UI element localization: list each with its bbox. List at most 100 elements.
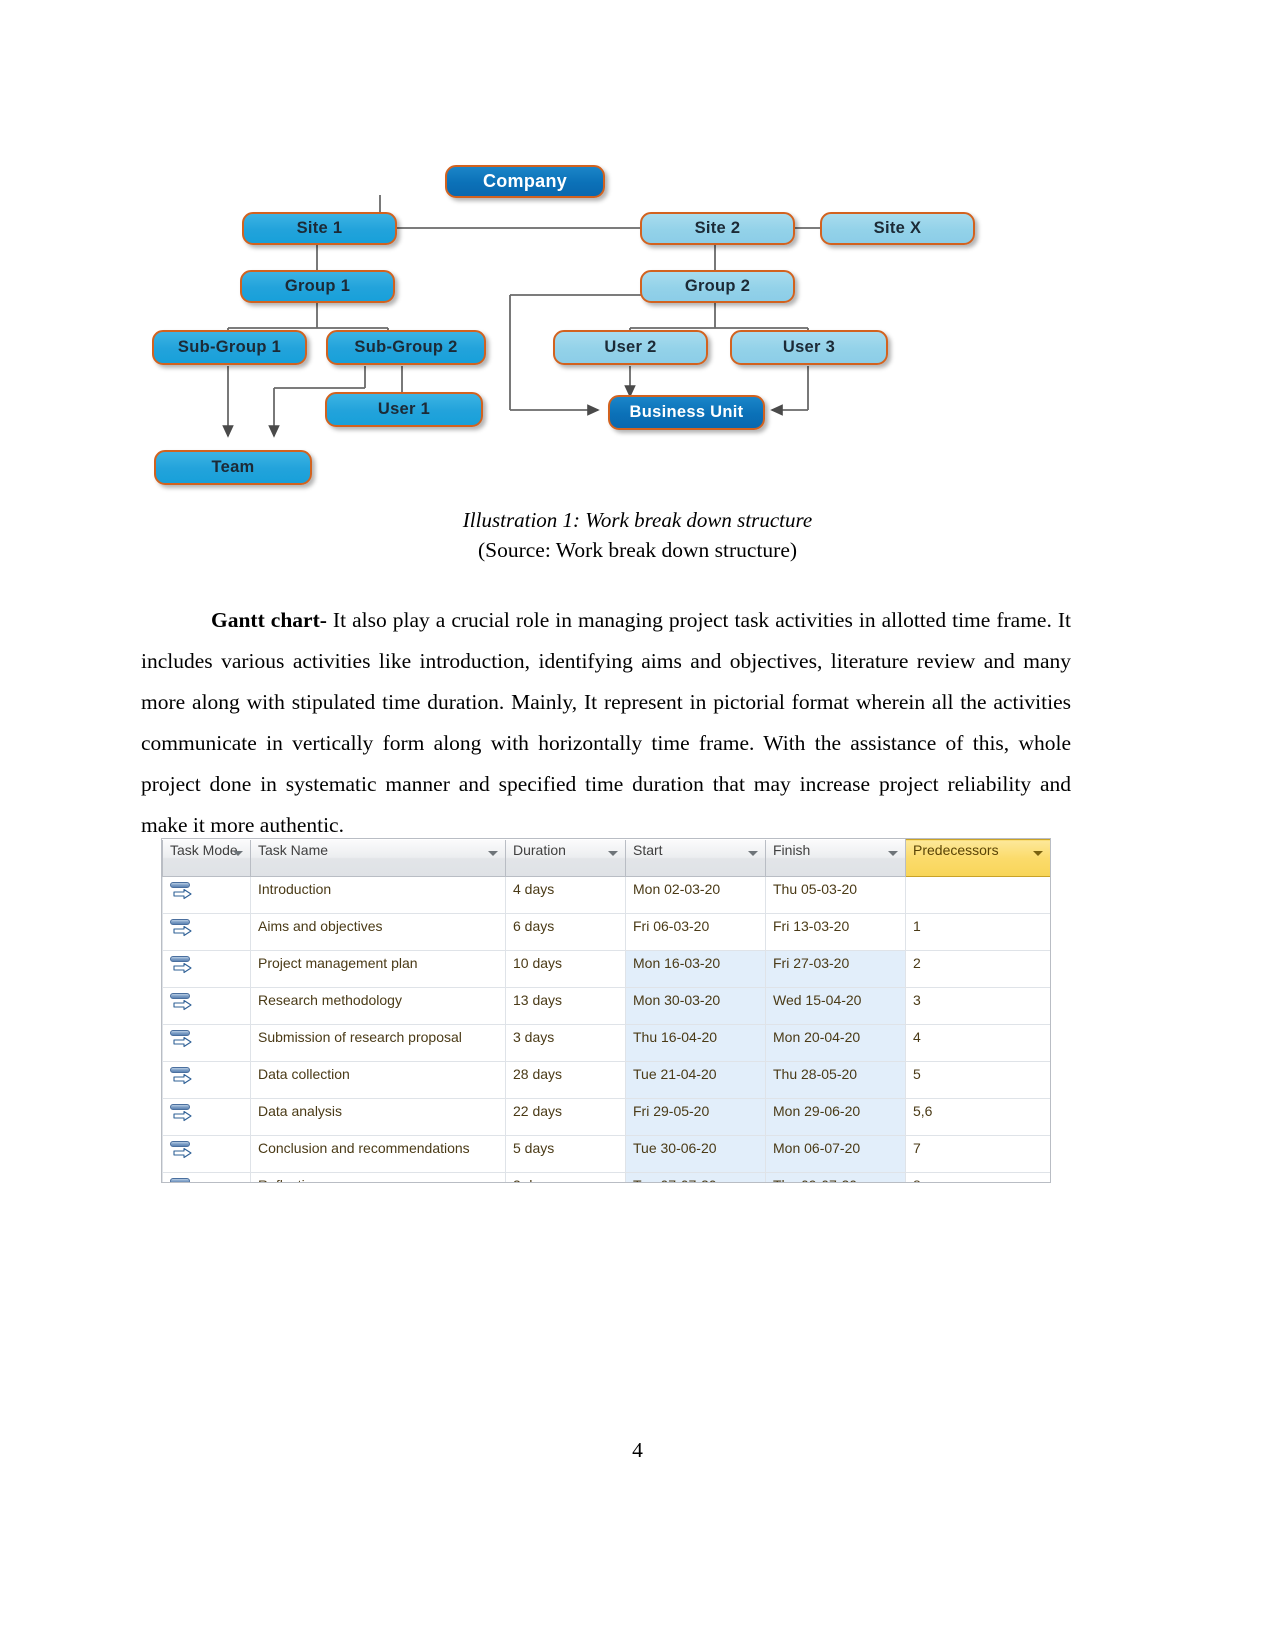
cell-task-mode[interactable]: [162, 987, 251, 1025]
gantt-task-table[interactable]: Task Mode Task Name Duration Start Finis…: [161, 838, 1051, 1183]
cell-task-name[interactable]: Research methodology: [250, 987, 506, 1025]
column-header-finish[interactable]: Finish: [765, 839, 906, 877]
cell-finish[interactable]: Fri 13-03-20: [765, 913, 906, 951]
cell-start[interactable]: Fri 29-05-20: [625, 1098, 766, 1136]
cell-start[interactable]: Mon 30-03-20: [625, 987, 766, 1025]
column-header-task-name[interactable]: Task Name: [250, 839, 506, 877]
cell-duration[interactable]: 4 days: [505, 876, 626, 914]
node-label: Company: [482, 171, 568, 191]
table-row[interactable]: Data analysis 22 days Fri 29-05-20 Mon 29-0…: [162, 1098, 1050, 1136]
table-row[interactable]: Aims and objectives 6 days Fri 06-03-20 Fri…: [162, 913, 1050, 951]
cell-task-name[interactable]: Submission of research proposal: [250, 1024, 506, 1062]
cell-predecessors[interactable]: 5,6: [905, 1098, 1050, 1136]
cell-task-mode[interactable]: [162, 1172, 251, 1182]
table-row[interactable]: Reflection3 daysTue 07-07-20Thu 09-07-20…: [162, 1172, 1050, 1182]
cell-task-name[interactable]: Reflection: [250, 1172, 506, 1182]
cell-finish[interactable]: Mon 29-06-20: [765, 1098, 906, 1136]
cell-predecessors[interactable]: 1: [905, 913, 1050, 951]
cell-finish[interactable]: Thu 09-07-20: [765, 1172, 906, 1182]
filter-dropdown-icon[interactable]: [748, 850, 758, 856]
cell-finish[interactable]: Wed 15-04-20: [765, 987, 906, 1025]
cell-duration[interactable]: 10 days: [505, 950, 626, 988]
cell-finish[interactable]: Mon 06-07-20: [765, 1135, 906, 1173]
cell-predecessors[interactable]: 8: [905, 1172, 1050, 1182]
table-row[interactable]: Conclusion and recommendations 5 days Tue …: [162, 1135, 1050, 1173]
table-row[interactable]: Submission of research proposal 3 days Thu…: [162, 1024, 1050, 1062]
column-header-label: Start: [633, 841, 663, 858]
node-label: Group 2: [684, 277, 751, 295]
cell-task-name[interactable]: Project management plan: [250, 950, 506, 988]
auto-schedule-icon[interactable]: [170, 955, 196, 975]
auto-schedule-icon[interactable]: [170, 1140, 196, 1160]
cell-task-mode[interactable]: [162, 1024, 251, 1062]
cell-start[interactable]: Thu 16-04-20: [625, 1024, 766, 1062]
cell-finish[interactable]: Thu 05-03-20: [765, 876, 906, 914]
column-header-duration[interactable]: Duration: [505, 839, 626, 877]
table-row[interactable]: Research methodology 13 days Mon 30-03-20 W…: [162, 987, 1050, 1025]
cell-duration[interactable]: 3 days: [505, 1024, 626, 1062]
cell-finish[interactable]: Thu 28-05-20: [765, 1061, 906, 1099]
cell-duration[interactable]: 22 days: [505, 1098, 626, 1136]
cell-duration[interactable]: 3 days: [505, 1172, 626, 1182]
cell-predecessors[interactable]: 3: [905, 987, 1050, 1025]
auto-schedule-icon[interactable]: [170, 881, 196, 901]
cell-predecessors[interactable]: 5: [905, 1061, 1050, 1099]
column-header-label: Duration: [513, 841, 566, 858]
cell-task-name[interactable]: Data analysis: [250, 1098, 506, 1136]
cell-start[interactable]: Tue 30-06-20: [625, 1135, 766, 1173]
cell-task-mode[interactable]: [162, 876, 251, 914]
diagram-node-user-3: User 3: [730, 330, 888, 365]
cell-start[interactable]: Mon 16-03-20: [625, 950, 766, 988]
cell-duration[interactable]: 13 days: [505, 987, 626, 1025]
auto-schedule-icon[interactable]: [170, 1177, 196, 1182]
filter-dropdown-icon[interactable]: [608, 850, 618, 856]
cell-task-name[interactable]: Introduction: [250, 876, 506, 914]
auto-schedule-icon[interactable]: [170, 1103, 196, 1123]
cell-task-mode[interactable]: [162, 1135, 251, 1173]
column-header-start[interactable]: Start: [625, 839, 766, 877]
auto-schedule-icon[interactable]: [170, 1029, 196, 1049]
cell-task-mode[interactable]: [162, 950, 251, 988]
column-header-label: Predecessors: [913, 842, 999, 858]
table-row[interactable]: Project management plan 10 days Mon 16-03-…: [162, 950, 1050, 988]
cell-task-name[interactable]: Data collection: [250, 1061, 506, 1099]
cell-predecessors[interactable]: [905, 876, 1050, 914]
auto-schedule-icon[interactable]: [170, 918, 196, 938]
diagram-node-team: Team: [154, 450, 312, 485]
cell-task-mode[interactable]: [162, 1098, 251, 1136]
table-row[interactable]: Introduction 4 days Mon 02-03-20 Thu 05-03-…: [162, 876, 1050, 914]
cell-finish[interactable]: Fri 27-03-20: [765, 950, 906, 988]
auto-schedule-icon[interactable]: [170, 1066, 196, 1086]
filter-dropdown-icon[interactable]: [888, 850, 898, 856]
cell-start[interactable]: Fri 06-03-20: [625, 913, 766, 951]
cell-start[interactable]: Tue 07-07-20: [625, 1172, 766, 1182]
cell-task-mode[interactable]: [162, 1061, 251, 1099]
cell-predecessors[interactable]: 7: [905, 1135, 1050, 1173]
cell-duration[interactable]: 5 days: [505, 1135, 626, 1173]
filter-dropdown-icon[interactable]: [1033, 851, 1043, 856]
column-header-task-mode[interactable]: Task Mode: [162, 839, 251, 877]
table-row[interactable]: Data collection 28 days Tue 21-04-20 Thu 28…: [162, 1061, 1050, 1099]
source-caption: (Source: Work break down structure): [477, 538, 798, 562]
cell-task-name[interactable]: Conclusion and recommendations: [250, 1135, 506, 1173]
filter-dropdown-icon[interactable]: [488, 850, 498, 856]
cell-predecessors[interactable]: 2: [905, 950, 1050, 988]
diagram-node-site-2: Site 2: [640, 212, 795, 245]
cell-predecessors[interactable]: 4: [905, 1024, 1050, 1062]
node-label: Site 1: [296, 219, 343, 237]
cell-task-mode[interactable]: [162, 913, 251, 951]
column-header-predecessors[interactable]: Predecessors: [905, 839, 1050, 877]
cell-start[interactable]: Mon 02-03-20: [625, 876, 766, 914]
column-header-label: Task Name: [258, 841, 329, 858]
auto-schedule-icon[interactable]: [170, 992, 196, 1012]
node-label: Sub-Group 2: [354, 338, 458, 356]
paragraph-lead: Gantt chart-: [211, 607, 327, 632]
cell-task-name[interactable]: Aims and objectives: [250, 913, 506, 951]
table-header-row: Task Mode Task Name Duration Start Finis…: [162, 839, 1050, 877]
cell-finish[interactable]: Mon 20-04-20: [765, 1024, 906, 1062]
cell-duration[interactable]: 28 days: [505, 1061, 626, 1099]
paragraph-text: It also play a crucial role in managing …: [141, 607, 1071, 837]
cell-duration[interactable]: 6 days: [505, 913, 626, 951]
cell-start[interactable]: Tue 21-04-20: [625, 1061, 766, 1099]
filter-dropdown-icon[interactable]: [233, 850, 243, 856]
